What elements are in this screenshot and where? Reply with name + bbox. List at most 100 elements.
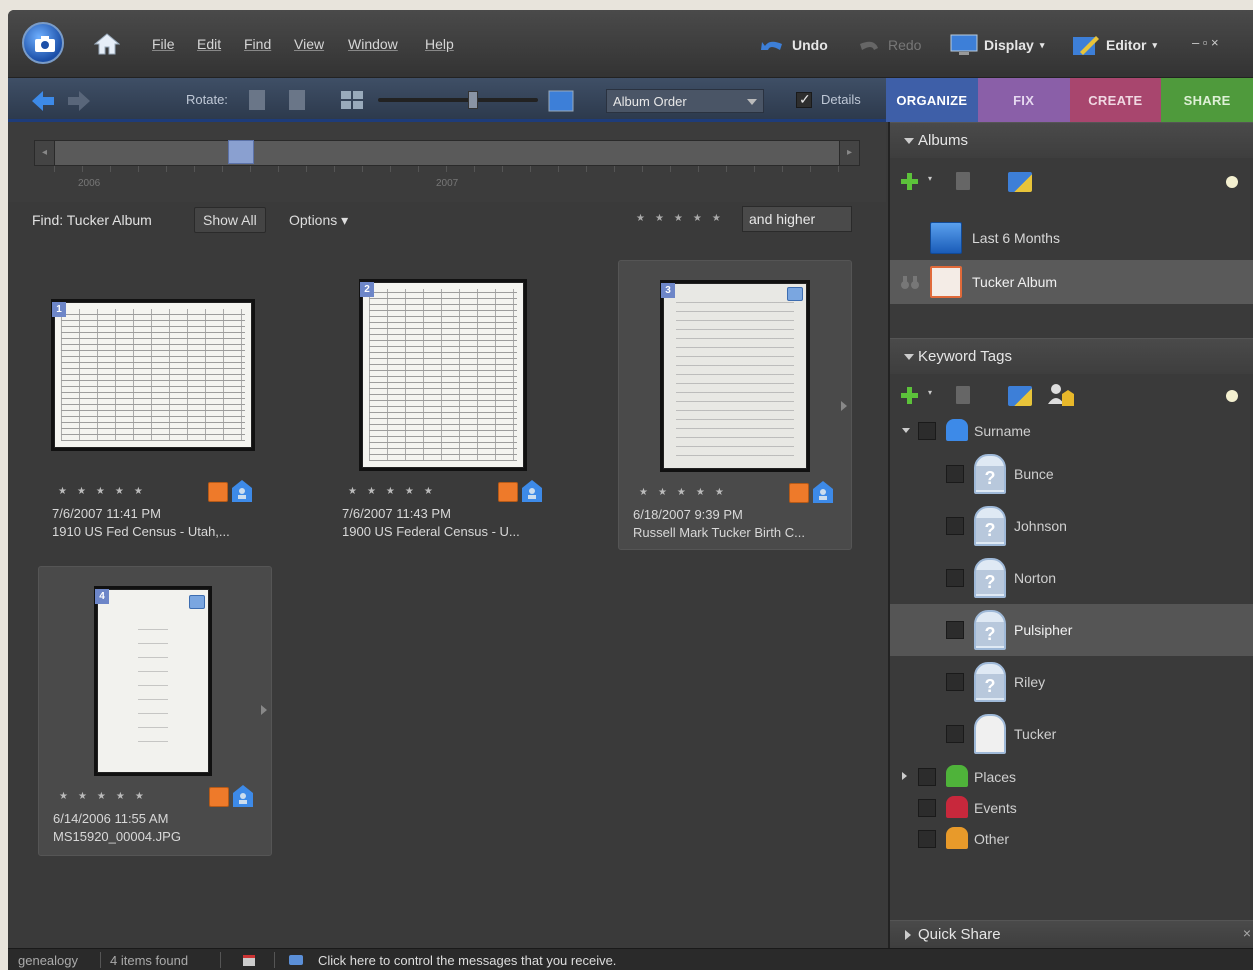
- thumbnail-size-slider[interactable]: [378, 91, 538, 109]
- menu-file[interactable]: File: [152, 36, 175, 52]
- lightbulb-icon[interactable]: [1226, 176, 1238, 188]
- undo-button[interactable]: Undo: [760, 32, 828, 58]
- photo-rating-stars[interactable]: ★★★★★: [59, 791, 154, 802]
- photo-thumbnail[interactable]: [362, 282, 524, 468]
- edit-icon[interactable]: [1008, 172, 1032, 192]
- menu-window[interactable]: Window: [348, 36, 398, 52]
- message-icon[interactable]: [288, 954, 304, 966]
- keyword-label: Riley: [1014, 674, 1046, 690]
- timeline-marker[interactable]: [228, 140, 254, 164]
- expand-stack-icon[interactable]: [261, 705, 267, 715]
- close-icon[interactable]: ×: [1243, 925, 1251, 941]
- trash-icon[interactable]: [956, 386, 970, 404]
- photo-card[interactable]: 4 ★★★★★ 6/14/2006 11:55 AM MS15920_00004…: [38, 566, 272, 856]
- keyword-tags-header[interactable]: Keyword Tags: [890, 338, 1253, 374]
- app-logo-icon[interactable]: [22, 22, 64, 64]
- rotate-right-icon[interactable]: [286, 88, 308, 112]
- photo-card[interactable]: 3 ★★★★★ 6/18/2007 9:39 PM Russell Mark T…: [618, 260, 852, 550]
- slider-thumb[interactable]: [468, 91, 478, 109]
- keyword-checkbox[interactable]: [946, 673, 964, 691]
- window-controls[interactable]: – ▫ ×: [1192, 35, 1219, 50]
- keyword-item-johnson[interactable]: ? Johnson: [890, 500, 1253, 552]
- redo-button[interactable]: Redo: [856, 32, 921, 58]
- people-tag-icon: [522, 480, 542, 502]
- photo-rating-stars[interactable]: ★★★★★: [639, 487, 734, 498]
- photo-thumbnail[interactable]: [97, 589, 209, 773]
- keyword-item-tucker[interactable]: Tucker: [890, 708, 1253, 760]
- photo-rating-stars[interactable]: ★★★★★: [348, 486, 443, 497]
- tab-organize[interactable]: ORGANIZE: [886, 78, 978, 122]
- albums-title: Albums: [918, 132, 969, 149]
- album-item-tucker-album[interactable]: Tucker Album: [890, 260, 1253, 304]
- keyword-item-riley[interactable]: ? Riley: [890, 656, 1253, 708]
- collapse-caret-icon[interactable]: [902, 428, 910, 433]
- keyword-checkbox[interactable]: [946, 621, 964, 639]
- albums-header[interactable]: Albums: [890, 122, 1253, 158]
- category-checkbox[interactable]: [918, 799, 936, 817]
- home-icon[interactable]: [94, 32, 120, 56]
- keyword-item-norton[interactable]: ? Norton: [890, 552, 1253, 604]
- rating-filter-stars[interactable]: ★★★★★: [636, 213, 731, 224]
- catalog-name[interactable]: genealogy: [18, 953, 78, 968]
- grid-view-icon[interactable]: [340, 90, 364, 110]
- menu-edit[interactable]: Edit: [197, 36, 221, 52]
- album-item-last-6-months[interactable]: Last 6 Months: [890, 216, 1253, 260]
- add-album-icon[interactable]: [900, 172, 918, 190]
- options-menu[interactable]: Options ▾: [289, 212, 348, 229]
- category-checkbox[interactable]: [918, 768, 936, 786]
- editor-button[interactable]: Editor ▾: [1072, 32, 1157, 58]
- sort-order-select[interactable]: Album Order: [606, 89, 764, 113]
- menu-view[interactable]: View: [294, 36, 324, 52]
- display-button[interactable]: Display ▾: [950, 32, 1044, 58]
- photo-thumbnail[interactable]: [663, 283, 807, 469]
- lightbulb-icon[interactable]: [1226, 390, 1238, 402]
- tab-share[interactable]: SHARE: [1161, 78, 1253, 122]
- add-keyword-dropdown-icon[interactable]: ▾: [928, 388, 932, 397]
- timeline-track[interactable]: ◂ ▸: [34, 140, 860, 166]
- quick-share-header[interactable]: Quick Share ×: [890, 920, 1253, 948]
- expand-caret-icon[interactable]: [902, 772, 907, 780]
- version-set-icon: [787, 287, 803, 301]
- keyword-category-events[interactable]: Events: [890, 793, 1253, 823]
- binoculars-icon[interactable]: [900, 274, 920, 290]
- editor-dropdown-icon: ▾: [1152, 39, 1157, 50]
- keyword-checkbox[interactable]: [946, 465, 964, 483]
- tab-create[interactable]: CREATE: [1069, 78, 1162, 122]
- edit-icon[interactable]: [1008, 386, 1032, 406]
- menu-help[interactable]: Help: [425, 36, 454, 52]
- rating-filter-select[interactable]: and higher: [742, 206, 852, 232]
- messages-link[interactable]: Click here to control the messages that …: [318, 953, 616, 968]
- photo-rating-stars[interactable]: ★★★★★: [58, 486, 153, 497]
- keyword-category-places[interactable]: Places: [890, 762, 1253, 792]
- details-checkbox[interactable]: [796, 91, 812, 108]
- keyword-category-surname[interactable]: Surname: [890, 414, 1253, 448]
- keyword-checkbox[interactable]: [946, 725, 964, 743]
- keyword-item-bunce[interactable]: ? Bunce: [890, 448, 1253, 500]
- calendar-icon[interactable]: [242, 953, 256, 967]
- timeline-left-arrow[interactable]: ◂: [35, 141, 55, 165]
- expand-stack-icon[interactable]: [841, 401, 847, 411]
- add-album-dropdown-icon[interactable]: ▾: [928, 174, 932, 183]
- show-all-button[interactable]: Show All: [194, 207, 266, 233]
- trash-icon[interactable]: [956, 172, 970, 190]
- person-tag-icon[interactable]: [1046, 382, 1074, 408]
- category-checkbox[interactable]: [918, 422, 936, 440]
- photo-thumbnail[interactable]: [54, 302, 252, 448]
- photo-card[interactable]: 1 ★★★★★ 7/6/2007 11:41 PM 1910 US Fed Ce…: [36, 264, 270, 554]
- timeline-right-arrow[interactable]: ▸: [839, 141, 859, 165]
- keyword-item-pulsipher[interactable]: ? Pulsipher: [890, 604, 1253, 656]
- keyword-checkbox[interactable]: [946, 569, 964, 587]
- keyword-category-other[interactable]: Other: [890, 824, 1253, 854]
- category-checkbox[interactable]: [918, 830, 936, 848]
- add-keyword-icon[interactable]: [900, 386, 918, 404]
- menu-find[interactable]: Find: [244, 36, 271, 52]
- single-view-icon[interactable]: [548, 90, 574, 112]
- forward-arrow-icon[interactable]: [66, 90, 92, 112]
- tab-fix[interactable]: FIX: [977, 78, 1070, 122]
- back-arrow-icon[interactable]: [30, 90, 56, 112]
- tag-icon: [498, 482, 518, 502]
- rotate-left-icon[interactable]: [246, 88, 268, 112]
- photo-card[interactable]: 2 ★★★★★ 7/6/2007 11:43 PM 1900 US Federa…: [326, 264, 560, 554]
- keyword-checkbox[interactable]: [946, 517, 964, 535]
- keyword-tag-icon: ?: [974, 558, 1006, 598]
